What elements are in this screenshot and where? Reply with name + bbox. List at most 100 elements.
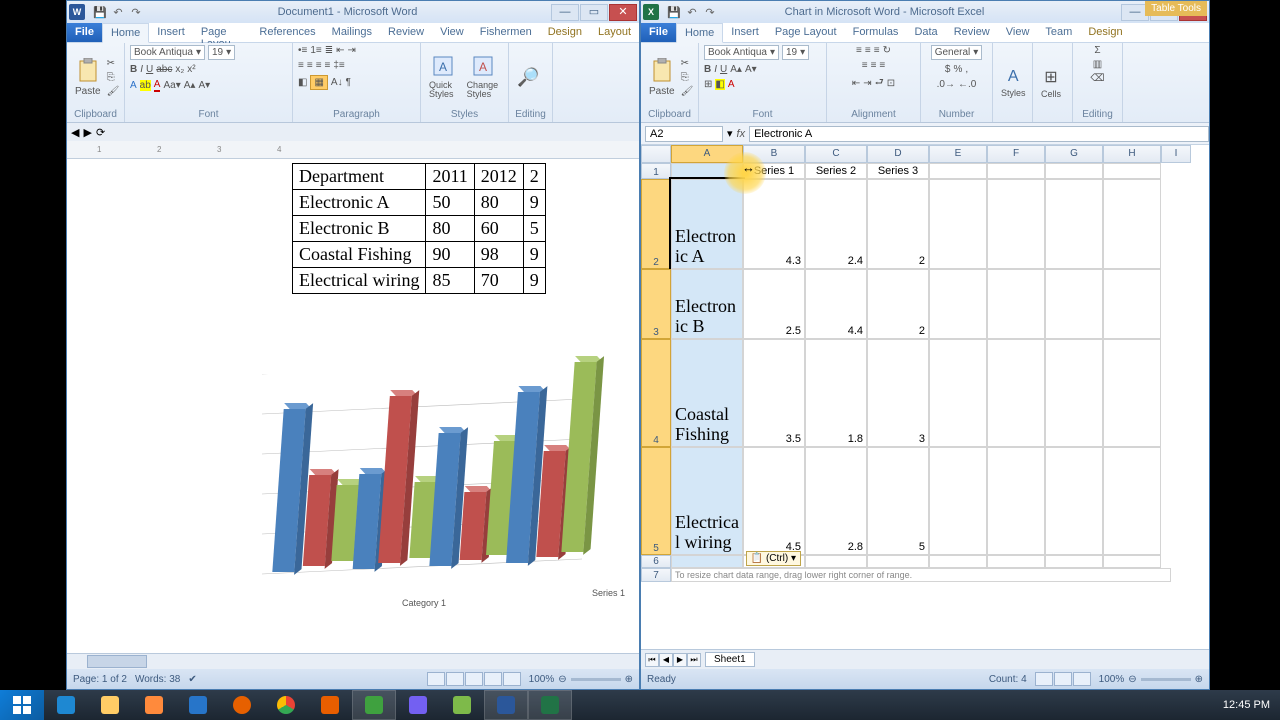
taskbar-excel[interactable]: [528, 690, 572, 720]
view-page-break[interactable]: [1073, 672, 1091, 686]
zoom-in-button[interactable]: ⊕: [625, 674, 633, 685]
line-spacing-icon[interactable]: ‡≡: [333, 60, 344, 71]
cell-c5[interactable]: 2.8: [805, 447, 867, 555]
cell-a4[interactable]: Coastal Fishing: [671, 339, 743, 447]
indent-inc-icon[interactable]: ⇥: [348, 45, 356, 56]
align-left-icon[interactable]: ≡: [298, 60, 304, 71]
worksheet-grid[interactable]: A B C D E F G H I 1 Series 1 Series 2 Se…: [641, 145, 1209, 649]
tab-file[interactable]: File: [67, 23, 102, 42]
proof-icon[interactable]: ✔: [188, 674, 196, 685]
taskbar-word[interactable]: [484, 690, 528, 720]
paste-options-button[interactable]: 📋 (Ctrl) ▾: [746, 551, 801, 566]
cell-c2[interactable]: 2.4: [805, 179, 867, 269]
align-bot-icon[interactable]: ≡: [874, 45, 880, 56]
tab-view[interactable]: View: [432, 23, 472, 42]
select-all-corner[interactable]: [641, 145, 671, 163]
cut-icon[interactable]: ✂: [107, 58, 120, 69]
sort-icon[interactable]: A↓: [331, 77, 343, 88]
excel-titlebar[interactable]: X 💾 ↶ ↷ Chart in Microsoft Word - Micros…: [641, 1, 1209, 23]
sheet-first-icon[interactable]: ⏮: [645, 653, 659, 667]
tab-fishermen[interactable]: Fishermen: [472, 23, 540, 42]
paste-button[interactable]: Paste: [646, 56, 678, 99]
cell-b2[interactable]: 4.3: [743, 179, 805, 269]
department-table[interactable]: Department201120122 Electronic A50809 El…: [292, 163, 546, 294]
taskbar-vlc[interactable]: [308, 690, 352, 720]
currency-icon[interactable]: $: [945, 64, 951, 75]
cell-d2[interactable]: 2: [867, 179, 929, 269]
font-color-icon[interactable]: A: [154, 79, 161, 92]
fill-icon[interactable]: ▥: [1093, 59, 1102, 70]
embedded-chart[interactable]: 0 1 2 3 4 5 Category 1 Series 1: [232, 354, 630, 614]
zoom-in-button[interactable]: ⊕: [1195, 674, 1203, 685]
fx-icon[interactable]: fx: [737, 128, 746, 140]
copy-icon[interactable]: ⎘: [681, 72, 694, 83]
align-center-icon[interactable]: ≡: [307, 60, 313, 71]
col-header-d[interactable]: D: [867, 145, 929, 163]
taskbar-clock[interactable]: 12:45 PM: [1213, 699, 1280, 711]
word-document-area[interactable]: 1234 Department201120122 Electronic A508…: [67, 141, 639, 653]
cell-a2[interactable]: Electronic A: [671, 179, 743, 269]
row-header-5[interactable]: 5: [641, 447, 671, 555]
align-mid-icon[interactable]: ≡: [865, 45, 871, 56]
view-outline[interactable]: [484, 672, 502, 686]
styles-button[interactable]: AStyles: [998, 66, 1029, 100]
zoom-out-button[interactable]: ⊖: [558, 674, 566, 685]
taskbar-media[interactable]: [132, 690, 176, 720]
format-painter-icon[interactable]: 🖌: [107, 86, 120, 97]
taskbar-ie[interactable]: [44, 690, 88, 720]
tab-home[interactable]: Home: [102, 23, 149, 43]
tab-page-layout[interactable]: Page Layout: [767, 23, 845, 42]
word-titlebar[interactable]: W 💾 ↶ ↷ Document1 - Microsoft Word — ▭ ✕: [67, 1, 639, 23]
tab-view[interactable]: View: [998, 23, 1038, 42]
change-styles-button[interactable]: A Change Styles: [464, 53, 503, 101]
cell-a3[interactable]: Electronic B: [671, 269, 743, 339]
col-header-i[interactable]: I: [1161, 145, 1191, 163]
zoom-level[interactable]: 100%: [529, 674, 555, 685]
sheet-next-icon[interactable]: ▶: [673, 653, 687, 667]
cell-b1[interactable]: Series 1: [743, 163, 805, 179]
bold-button[interactable]: B: [130, 64, 137, 75]
redo-icon[interactable]: ↷: [128, 4, 144, 20]
row-header-2[interactable]: 2: [641, 179, 671, 269]
tab-team[interactable]: Team: [1037, 23, 1080, 42]
highlight-icon[interactable]: ab: [140, 80, 151, 91]
nav-fwd-icon[interactable]: ▶: [83, 126, 91, 139]
cell-b4[interactable]: 3.5: [743, 339, 805, 447]
cell-b5[interactable]: 4.5: [743, 447, 805, 555]
fill-color-icon[interactable]: ◧: [715, 79, 724, 90]
row-header-3[interactable]: 3: [641, 269, 671, 339]
cell-c3[interactable]: 4.4: [805, 269, 867, 339]
name-box[interactable]: A2: [645, 126, 723, 142]
cut-icon[interactable]: ✂: [681, 58, 694, 69]
align-top-icon[interactable]: ≡: [856, 45, 862, 56]
align-right-icon[interactable]: ≡: [316, 60, 322, 71]
zoom-level[interactable]: 100%: [1099, 674, 1125, 685]
indent-dec-icon[interactable]: ⇤: [336, 45, 344, 56]
cell-c4[interactable]: 1.8: [805, 339, 867, 447]
quick-styles-button[interactable]: A Quick Styles: [426, 53, 461, 101]
col-header-h[interactable]: H: [1103, 145, 1161, 163]
cell-a5[interactable]: Electrical wiring: [671, 447, 743, 555]
sheet-prev-icon[interactable]: ◀: [659, 653, 673, 667]
col-header-g[interactable]: G: [1045, 145, 1103, 163]
multilevel-icon[interactable]: ≣: [325, 45, 333, 56]
taskbar-firefox[interactable]: [220, 690, 264, 720]
tab-page-layout[interactable]: Page Layou: [193, 23, 252, 42]
word-count[interactable]: Words: 38: [135, 674, 180, 685]
cell-d5[interactable]: 5: [867, 447, 929, 555]
indent-inc-icon[interactable]: ⇥: [863, 78, 871, 89]
tab-review[interactable]: Review: [380, 23, 432, 42]
col-header-c[interactable]: C: [805, 145, 867, 163]
windows-taskbar[interactable]: 12:45 PM: [0, 690, 1280, 720]
font-size-combo[interactable]: 19 ▾: [208, 45, 235, 60]
percent-icon[interactable]: %: [953, 64, 962, 75]
view-page-layout[interactable]: [1054, 672, 1072, 686]
change-case-button[interactable]: Aa▾: [163, 80, 180, 91]
inc-decimal-icon[interactable]: .0→: [937, 79, 955, 90]
subscript-button[interactable]: x₂: [175, 64, 184, 75]
cell-d4[interactable]: 3: [867, 339, 929, 447]
underline-button[interactable]: U: [146, 64, 153, 75]
maximize-button[interactable]: ▭: [580, 4, 608, 21]
italic-button[interactable]: I: [140, 64, 143, 75]
word-horizontal-scrollbar[interactable]: [67, 653, 639, 669]
